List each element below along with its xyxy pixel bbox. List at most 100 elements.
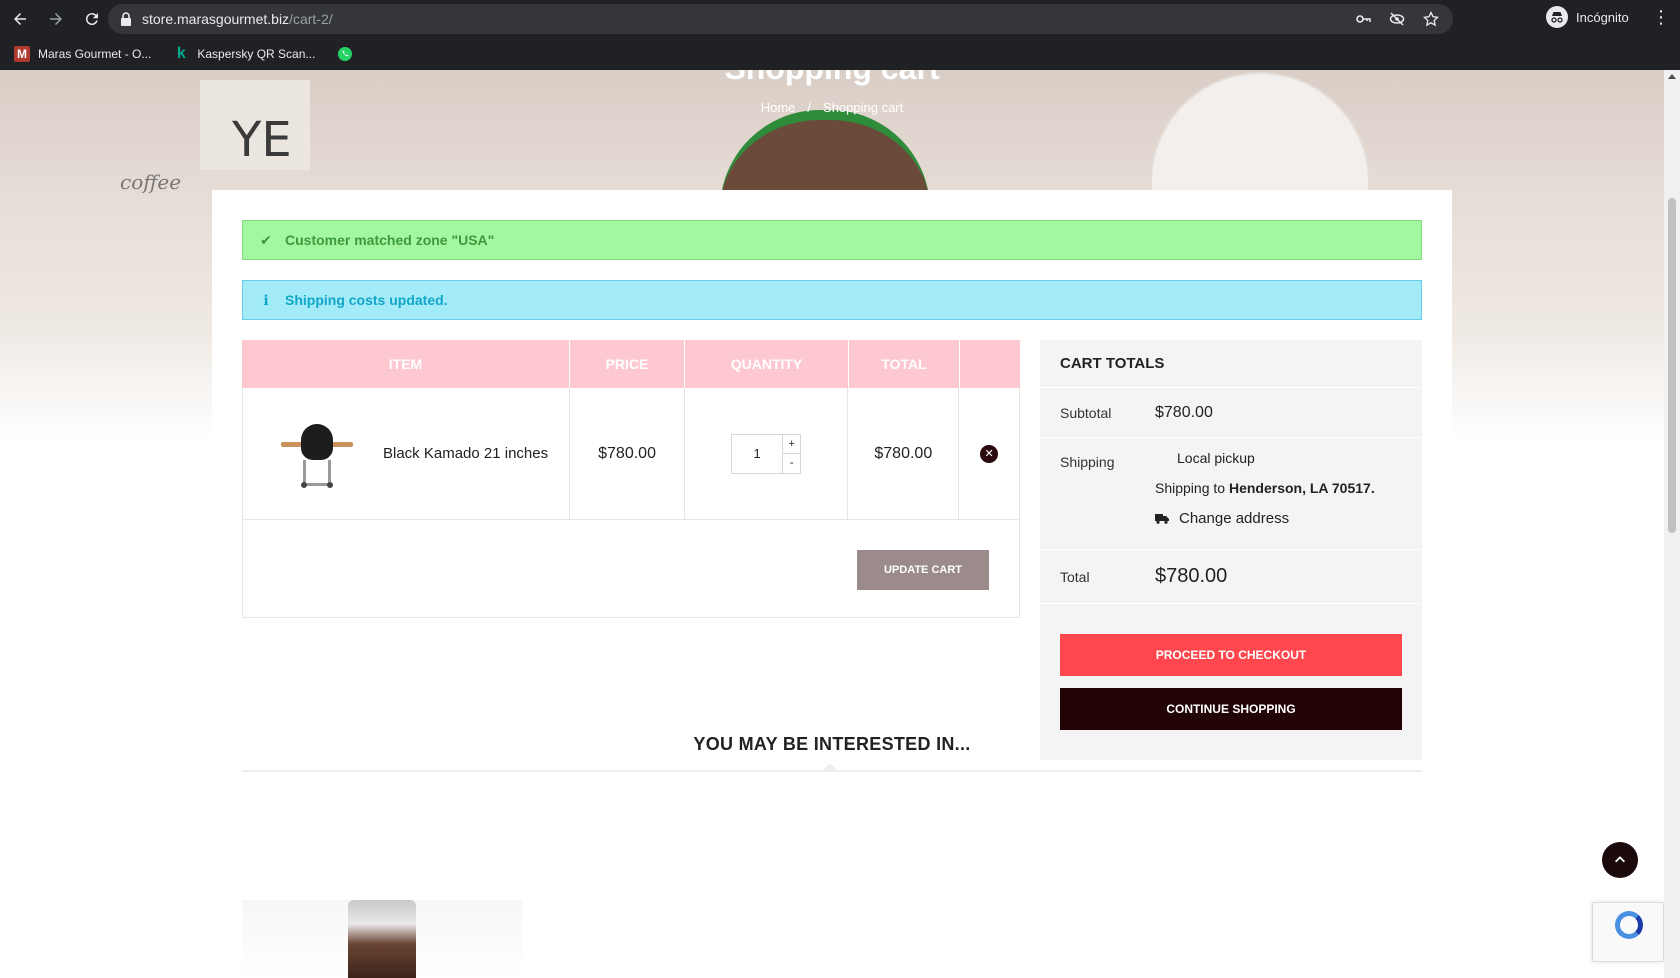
cart-totals: CART TOTALS Subtotal $780.00 Shipping Lo… bbox=[1040, 340, 1422, 760]
bookmark-kaspersky[interactable]: k Kaspersky QR Scan... bbox=[173, 45, 316, 62]
eye-off-icon[interactable] bbox=[1389, 11, 1405, 27]
hero-decor-lettering: YE bbox=[232, 112, 292, 168]
reload-icon bbox=[85, 13, 98, 26]
item-total: $780.00 bbox=[848, 388, 960, 519]
reload-button[interactable] bbox=[76, 3, 108, 35]
address-bar[interactable]: store.marasgourmet.biz/cart-2/ bbox=[108, 4, 1453, 34]
breadcrumb: Home / Shopping cart bbox=[0, 100, 1664, 115]
item-cell: Black Kamado 21 inches bbox=[243, 388, 571, 519]
star-icon[interactable] bbox=[1423, 11, 1439, 27]
success-notice-text: Customer matched zone "USA" bbox=[285, 232, 495, 248]
quantity-stepper: 1 + - bbox=[731, 433, 802, 474]
quantity-plus-button[interactable]: + bbox=[783, 435, 801, 454]
bookmark-label: Maras Gourmet - O... bbox=[38, 47, 152, 61]
breadcrumb-separator: / bbox=[807, 100, 812, 115]
shipping-to-prefix: Shipping to bbox=[1155, 480, 1226, 496]
proceed-to-checkout-button[interactable]: PROCEED TO CHECKOUT bbox=[1060, 634, 1402, 676]
total-row: Total $780.00 bbox=[1040, 550, 1422, 604]
quantity-buttons: + - bbox=[782, 434, 801, 473]
header-total: TOTAL bbox=[849, 340, 960, 388]
remove-cell: ✕ bbox=[959, 388, 1019, 519]
info-notice-text: Shipping costs updated. bbox=[285, 292, 448, 308]
back-arrow-icon bbox=[14, 13, 26, 25]
recaptcha-badge[interactable] bbox=[1592, 902, 1664, 962]
info-icon: ℹ bbox=[263, 291, 269, 308]
bookmarks-bar: M Maras Gourmet - O... k Kaspersky QR Sc… bbox=[0, 38, 1680, 70]
header-price: PRICE bbox=[570, 340, 685, 388]
remove-item-icon[interactable]: ✕ bbox=[980, 444, 999, 463]
grill-body bbox=[301, 423, 333, 460]
page-title: Shopping cart bbox=[0, 70, 1664, 87]
browser-toolbar: store.marasgourmet.biz/cart-2/ Incógnito… bbox=[0, 0, 1680, 38]
quantity-minus-button[interactable]: - bbox=[783, 454, 800, 473]
cart-table-footer: UPDATE CART bbox=[242, 520, 1020, 618]
header-item: ITEM bbox=[242, 340, 570, 388]
item-price: $780.00 bbox=[570, 388, 685, 519]
subtotal-row: Subtotal $780.00 bbox=[1040, 388, 1422, 438]
cart-table-header: ITEM PRICE QUANTITY TOTAL bbox=[242, 340, 1020, 388]
breadcrumb-home-link[interactable]: Home bbox=[761, 100, 796, 115]
recaptcha-logo-icon bbox=[1615, 911, 1643, 939]
shipping-label: Shipping bbox=[1060, 454, 1115, 470]
forward-arrow-icon bbox=[50, 13, 62, 25]
back-button[interactable] bbox=[4, 3, 36, 35]
total-value: $780.00 bbox=[1155, 565, 1228, 587]
browser-menu-icon[interactable]: ⋮ bbox=[1652, 8, 1670, 26]
header-quantity: QUANTITY bbox=[685, 340, 849, 388]
total-label: Total bbox=[1060, 568, 1090, 585]
quantity-cell: 1 + - bbox=[685, 388, 849, 519]
key-icon[interactable] bbox=[1355, 11, 1371, 27]
maras-favicon-icon: M bbox=[14, 46, 30, 62]
scroll-up-arrow-icon[interactable] bbox=[1668, 74, 1676, 79]
page-viewport: YE coffee Shopping cart Home / Shopping ca… bbox=[0, 70, 1664, 978]
scroll-to-top-button[interactable] bbox=[1602, 842, 1638, 878]
change-address-label: Change address bbox=[1179, 510, 1290, 527]
update-cart-button[interactable]: UPDATE CART bbox=[857, 550, 989, 590]
url-host: store.marasgourmet.biz bbox=[142, 11, 290, 27]
shipping-row: Shipping Local pickup Shipping to Hender… bbox=[1040, 438, 1422, 550]
check-icon: ✔ bbox=[260, 231, 272, 248]
divider-caret bbox=[822, 763, 838, 771]
interest-section-title: YOU MAY BE INTERESTED IN... bbox=[693, 734, 971, 754]
product-thumbnail[interactable] bbox=[273, 404, 363, 504]
breadcrumb-current: Shopping cart bbox=[823, 100, 904, 115]
bookmark-label: Kaspersky QR Scan... bbox=[197, 47, 316, 61]
incognito-profile[interactable]: Incógnito bbox=[1546, 6, 1629, 28]
grill-wheel bbox=[327, 481, 333, 488]
product-image bbox=[348, 900, 416, 978]
bookmark-maras-gourmet[interactable]: M Maras Gourmet - O... bbox=[14, 46, 151, 62]
url-path: /cart-2/ bbox=[289, 11, 333, 27]
omnibox-icons bbox=[1355, 4, 1453, 34]
grill-wheel bbox=[301, 481, 307, 488]
incognito-icon bbox=[1546, 6, 1568, 28]
change-address-link[interactable]: Change address bbox=[1155, 510, 1375, 527]
info-notice: ℹ Shipping costs updated. bbox=[242, 280, 1422, 320]
subtotal-label: Subtotal bbox=[1060, 404, 1112, 421]
profile-label: Incógnito bbox=[1576, 9, 1629, 25]
product-name-link[interactable]: Black Kamado 21 inches bbox=[383, 445, 548, 462]
browser-chrome: store.marasgourmet.biz/cart-2/ Incógnito… bbox=[0, 0, 1680, 70]
cart-totals-title: CART TOTALS bbox=[1040, 340, 1422, 388]
page-scrollbar[interactable] bbox=[1664, 70, 1680, 978]
table-row: Black Kamado 21 inches $780.00 1 + - $78… bbox=[242, 388, 1020, 520]
hero-decor-coffee-script: coffee bbox=[120, 170, 182, 194]
quantity-input[interactable]: 1 bbox=[732, 435, 782, 473]
kaspersky-favicon-icon: k bbox=[176, 45, 186, 62]
cart-table: ITEM PRICE QUANTITY TOTAL Black Kamado 2… bbox=[242, 340, 1020, 618]
truck-icon bbox=[1155, 514, 1169, 524]
continue-shopping-button[interactable]: CONTINUE SHOPPING bbox=[1060, 688, 1402, 730]
subtotal-value: $780.00 bbox=[1155, 403, 1213, 421]
grill-legs bbox=[303, 459, 331, 486]
shipping-destination: Shipping to Henderson, LA 70517. bbox=[1155, 480, 1375, 496]
scrollbar-thumb[interactable] bbox=[1668, 198, 1676, 533]
whatsapp-favicon-icon bbox=[337, 46, 353, 62]
bookmark-whatsapp[interactable] bbox=[337, 46, 361, 62]
shipping-details: Local pickup Shipping to Henderson, LA 7… bbox=[1155, 450, 1375, 549]
recommended-product-card[interactable] bbox=[242, 900, 522, 978]
chevron-up-icon bbox=[1615, 856, 1625, 863]
header-remove bbox=[960, 340, 1020, 388]
shipping-method: Local pickup bbox=[1177, 450, 1255, 466]
lock-icon bbox=[121, 12, 131, 26]
success-notice: ✔ Customer matched zone "USA" bbox=[242, 220, 1422, 260]
forward-button[interactable] bbox=[40, 3, 72, 35]
